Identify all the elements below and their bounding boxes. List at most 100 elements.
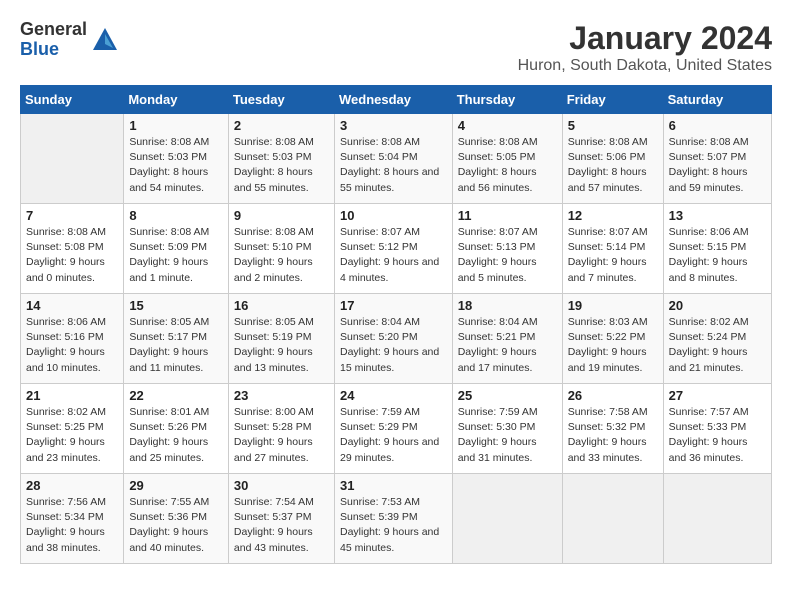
calendar-cell: 8 Sunrise: 8:08 AMSunset: 5:09 PMDaylight… (124, 204, 229, 294)
day-number: 21 (26, 388, 118, 403)
calendar-cell: 24 Sunrise: 7:59 AMSunset: 5:29 PMDayligh… (334, 384, 452, 474)
calendar-cell: 23 Sunrise: 8:00 AMSunset: 5:28 PMDayligh… (228, 384, 334, 474)
day-info: Sunrise: 7:59 AMSunset: 5:29 PMDaylight:… (340, 405, 447, 466)
day-number: 27 (669, 388, 766, 403)
weekday-header: Saturday (663, 86, 771, 114)
day-number: 16 (234, 298, 329, 313)
calendar-cell: 1Sunrise: 8:08 AMSunset: 5:03 PMDaylight… (124, 114, 229, 204)
day-number: 19 (568, 298, 658, 313)
day-number: 18 (458, 298, 557, 313)
day-number: 24 (340, 388, 447, 403)
day-info: Sunrise: 7:55 AMSunset: 5:36 PMDaylight:… (129, 495, 223, 556)
day-info: Sunrise: 8:03 AMSunset: 5:22 PMDaylight:… (568, 315, 658, 376)
day-info: Sunrise: 8:08 AMSunset: 5:03 PMDaylight:… (234, 135, 329, 196)
day-number: 5 (568, 118, 658, 133)
day-info: Sunrise: 8:00 AMSunset: 5:28 PMDaylight:… (234, 405, 329, 466)
calendar-cell: 29 Sunrise: 7:55 AMSunset: 5:36 PMDayligh… (124, 474, 229, 564)
calendar-cell: 28 Sunrise: 7:56 AMSunset: 5:34 PMDayligh… (21, 474, 124, 564)
calendar-cell: 10 Sunrise: 8:07 AMSunset: 5:12 PMDayligh… (334, 204, 452, 294)
day-info: Sunrise: 8:04 AMSunset: 5:21 PMDaylight:… (458, 315, 557, 376)
day-number: 14 (26, 298, 118, 313)
logo: General Blue (20, 20, 119, 60)
calendar-cell: 20 Sunrise: 8:02 AMSunset: 5:24 PMDayligh… (663, 294, 771, 384)
weekday-header: Tuesday (228, 86, 334, 114)
day-info: Sunrise: 8:01 AMSunset: 5:26 PMDaylight:… (129, 405, 223, 466)
day-info: Sunrise: 8:08 AMSunset: 5:09 PMDaylight:… (129, 225, 223, 286)
day-number: 7 (26, 208, 118, 223)
day-number: 2 (234, 118, 329, 133)
day-number: 13 (669, 208, 766, 223)
calendar-cell: 19 Sunrise: 8:03 AMSunset: 5:22 PMDayligh… (562, 294, 663, 384)
day-number: 12 (568, 208, 658, 223)
day-number: 30 (234, 478, 329, 493)
calendar-week-row: 1 Sunrise: 8:08 AMSunset: 5:03 PMDaylight… (21, 114, 772, 204)
calendar-cell: 26 Sunrise: 7:58 AMSunset: 5:32 PMDayligh… (562, 384, 663, 474)
calendar-cell (663, 474, 771, 564)
calendar-cell: 16 Sunrise: 8:05 AMSunset: 5:19 PMDayligh… (228, 294, 334, 384)
day-info: Sunrise: 7:59 AMSunset: 5:30 PMDaylight:… (458, 405, 557, 466)
day-info: Sunrise: 8:08 AMSunset: 5:06 PMDaylight:… (568, 135, 658, 196)
day-number: 17 (340, 298, 447, 313)
day-number: 28 (26, 478, 118, 493)
day-number: 8 (129, 208, 223, 223)
calendar-cell: 9Sunrise: 8:08 AMSunset: 5:10 PMDaylight… (228, 204, 334, 294)
calendar-cell: 2 Sunrise: 8:08 AMSunset: 5:03 PMDaylight… (228, 114, 334, 204)
day-info: Sunrise: 7:56 AMSunset: 5:34 PMDaylight:… (26, 495, 118, 556)
day-info: Sunrise: 8:07 AMSunset: 5:13 PMDaylight:… (458, 225, 557, 286)
calendar-week-row: 21 Sunrise: 8:02 AMSunset: 5:25 PMDayligh… (21, 384, 772, 474)
calendar-cell: 15Sunrise: 8:05 AMSunset: 5:17 PMDayligh… (124, 294, 229, 384)
calendar-cell: 5 Sunrise: 8:08 AMSunset: 5:06 PMDaylight… (562, 114, 663, 204)
day-info: Sunrise: 7:53 AMSunset: 5:39 PMDaylight:… (340, 495, 447, 556)
day-number: 29 (129, 478, 223, 493)
calendar-cell: 25 Sunrise: 7:59 AMSunset: 5:30 PMDayligh… (452, 384, 562, 474)
day-info: Sunrise: 8:02 AMSunset: 5:24 PMDaylight:… (669, 315, 766, 376)
calendar-cell: 27 Sunrise: 7:57 AMSunset: 5:33 PMDayligh… (663, 384, 771, 474)
logo-general-text: General (20, 20, 87, 40)
day-info: Sunrise: 8:04 AMSunset: 5:20 PMDaylight:… (340, 315, 447, 376)
weekday-header: Thursday (452, 86, 562, 114)
day-info: Sunrise: 8:07 AMSunset: 5:12 PMDaylight:… (340, 225, 447, 286)
day-number: 1 (129, 118, 223, 133)
day-info: Sunrise: 8:02 AMSunset: 5:25 PMDaylight:… (26, 405, 118, 466)
weekday-header: Sunday (21, 86, 124, 114)
calendar-cell: 6Sunrise: 8:08 AMSunset: 5:07 PMDaylight… (663, 114, 771, 204)
day-number: 4 (458, 118, 557, 133)
logo-icon (91, 26, 119, 54)
day-info: Sunrise: 8:05 AMSunset: 5:19 PMDaylight:… (234, 315, 329, 376)
day-info: Sunrise: 8:06 AMSunset: 5:15 PMDaylight:… (669, 225, 766, 286)
calendar-week-row: 28 Sunrise: 7:56 AMSunset: 5:34 PMDayligh… (21, 474, 772, 564)
calendar-cell: 30Sunrise: 7:54 AMSunset: 5:37 PMDayligh… (228, 474, 334, 564)
calendar-title: January 2024 (518, 20, 772, 57)
day-number: 25 (458, 388, 557, 403)
calendar-cell (21, 114, 124, 204)
calendar-cell (452, 474, 562, 564)
day-number: 10 (340, 208, 447, 223)
day-number: 6 (669, 118, 766, 133)
calendar-cell (562, 474, 663, 564)
calendar-cell: 4 Sunrise: 8:08 AMSunset: 5:05 PMDaylight… (452, 114, 562, 204)
calendar-cell: 7Sunrise: 8:08 AMSunset: 5:08 PMDaylight… (21, 204, 124, 294)
day-info: Sunrise: 7:58 AMSunset: 5:32 PMDaylight:… (568, 405, 658, 466)
weekday-header: Wednesday (334, 86, 452, 114)
calendar-cell: 3 Sunrise: 8:08 AMSunset: 5:04 PMDaylight… (334, 114, 452, 204)
calendar-cell: 13 Sunrise: 8:06 AMSunset: 5:15 PMDayligh… (663, 204, 771, 294)
weekday-header: Monday (124, 86, 229, 114)
logo-blue-text: Blue (20, 40, 87, 60)
day-number: 26 (568, 388, 658, 403)
calendar-cell: 18 Sunrise: 8:04 AMSunset: 5:21 PMDayligh… (452, 294, 562, 384)
calendar-cell: 31Sunrise: 7:53 AMSunset: 5:39 PMDayligh… (334, 474, 452, 564)
calendar-cell: 21 Sunrise: 8:02 AMSunset: 5:25 PMDayligh… (21, 384, 124, 474)
day-number: 11 (458, 208, 557, 223)
day-info: Sunrise: 8:08 AMSunset: 5:04 PMDaylight:… (340, 135, 447, 196)
calendar-cell: 22Sunrise: 8:01 AMSunset: 5:26 PMDayligh… (124, 384, 229, 474)
day-info: Sunrise: 7:57 AMSunset: 5:33 PMDaylight:… (669, 405, 766, 466)
day-number: 23 (234, 388, 329, 403)
day-number: 3 (340, 118, 447, 133)
day-info: Sunrise: 8:08 AMSunset: 5:10 PMDaylight:… (234, 225, 329, 286)
day-info: Sunrise: 8:08 AMSunset: 5:05 PMDaylight:… (458, 135, 557, 196)
calendar-week-row: 7Sunrise: 8:08 AMSunset: 5:08 PMDaylight… (21, 204, 772, 294)
calendar-cell: 14Sunrise: 8:06 AMSunset: 5:16 PMDayligh… (21, 294, 124, 384)
weekday-header-row: SundayMondayTuesdayWednesdayThursdayFrid… (21, 86, 772, 114)
day-number: 20 (669, 298, 766, 313)
day-number: 15 (129, 298, 223, 313)
